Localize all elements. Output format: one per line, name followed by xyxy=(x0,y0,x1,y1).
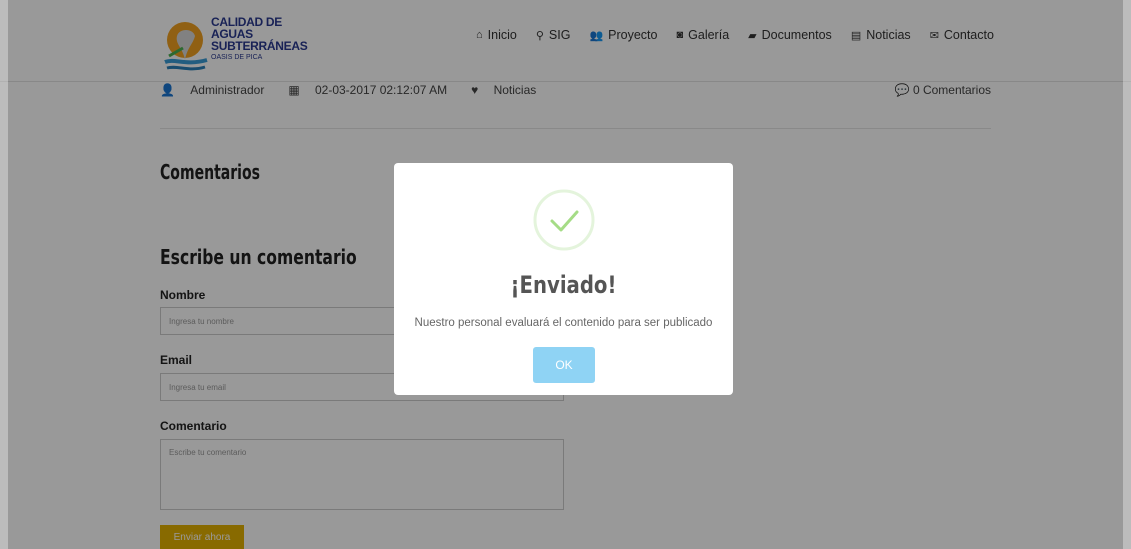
left-gutter xyxy=(0,0,8,549)
success-check-icon xyxy=(533,189,595,251)
ok-button[interactable]: OK xyxy=(533,347,595,383)
page: CALIDAD DE AGUAS SUBTERRÁNEAS OASIS DE P… xyxy=(0,0,1131,549)
dialog-message: Nuestro personal evaluará el contenido p… xyxy=(414,317,713,329)
dialog-title: ¡Enviado! xyxy=(510,271,617,299)
success-dialog: ¡Enviado! Nuestro personal evaluará el c… xyxy=(394,163,733,395)
right-gutter xyxy=(1123,0,1131,549)
